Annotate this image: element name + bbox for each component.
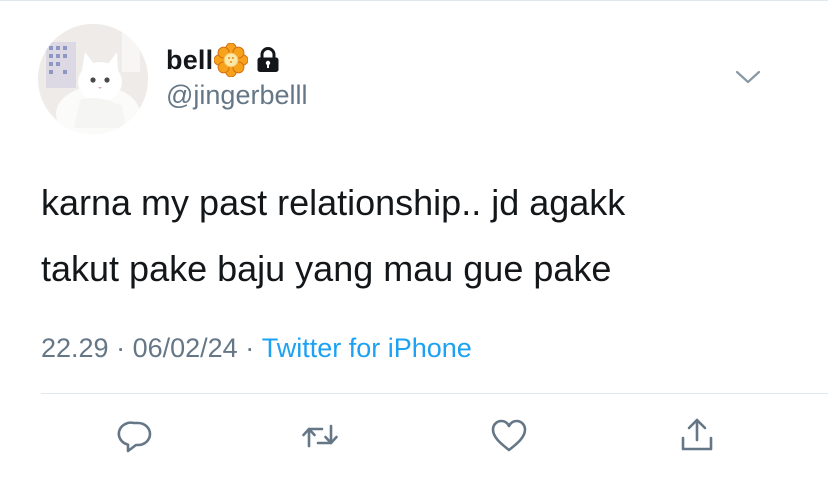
share-icon xyxy=(681,418,713,451)
tweet-meta: 22.29 · 06/02/24 · Twitter for iPhone xyxy=(41,333,472,364)
tweet-date[interactable]: 06/02/24 xyxy=(133,333,238,364)
blossom-flower-icon xyxy=(214,43,249,77)
avatar[interactable] xyxy=(38,24,148,134)
lock-icon xyxy=(257,47,279,72)
tweet-source-link[interactable]: Twitter for iPhone xyxy=(262,333,472,364)
reply-button[interactable] xyxy=(116,416,156,456)
retweet-icon xyxy=(302,424,338,448)
tweet-time[interactable]: 22.29 xyxy=(41,333,109,364)
chevron-down-icon[interactable] xyxy=(734,66,762,88)
reply-icon xyxy=(117,421,152,453)
avatar-cat-image xyxy=(38,24,148,134)
meta-separator: · xyxy=(237,333,262,363)
display-name[interactable]: bell xyxy=(166,45,213,76)
author-handle[interactable]: @jingerbelll xyxy=(166,80,307,111)
retweet-button[interactable] xyxy=(300,416,340,456)
actions-divider xyxy=(41,393,828,394)
top-divider xyxy=(0,0,828,1)
meta-separator: · xyxy=(108,333,133,363)
tweet-text: karna my past relationship.. jd agakk ta… xyxy=(41,182,626,289)
share-button[interactable] xyxy=(677,416,717,456)
like-icon xyxy=(491,419,527,452)
author-name-row: bell xyxy=(166,40,280,80)
like-button[interactable] xyxy=(489,416,529,456)
